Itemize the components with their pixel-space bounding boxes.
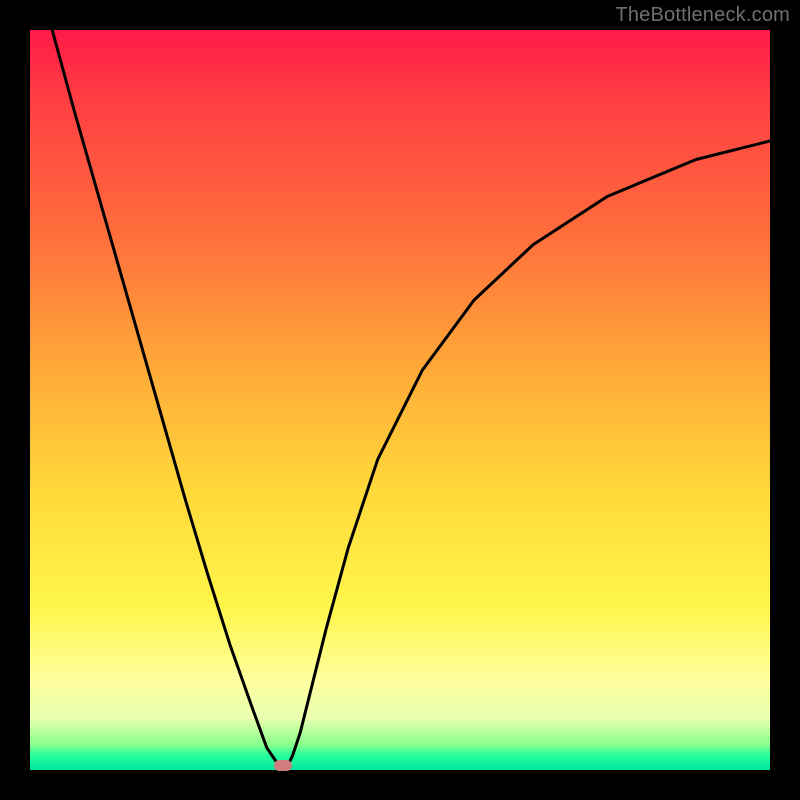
- optimal-point-marker: [274, 760, 292, 771]
- chart-frame: [30, 30, 770, 770]
- plot-area: [30, 30, 770, 770]
- bottleneck-curve: [30, 30, 770, 770]
- watermark-text: TheBottleneck.com: [615, 4, 790, 27]
